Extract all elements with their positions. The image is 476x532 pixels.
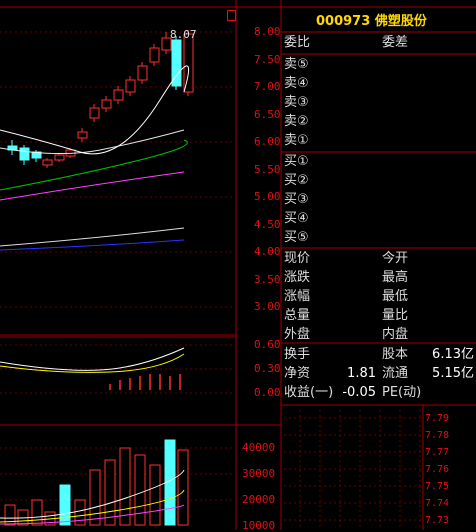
volume-bar [89, 469, 101, 526]
axis-tick-label: 7.50 [254, 52, 281, 66]
stock-code: 000973 [316, 14, 371, 29]
shouyi-label: 收益(一) [284, 385, 334, 400]
neipan-label: 内盘 [382, 327, 409, 342]
liutong-value: 5.15亿 [432, 366, 474, 381]
huanshou-label: 换手 [284, 347, 311, 362]
axis-tick-label: 7.76 [425, 464, 450, 475]
zuidi-label: 最低 [382, 289, 409, 304]
orderbook-row-label: 买③ [284, 192, 309, 207]
zongliang-label: 总量 [284, 308, 311, 323]
axis-tick-label: 7.75 [425, 481, 450, 492]
peak-price-label: 8.07 [170, 28, 197, 41]
axis-tick-label: 3.50 [254, 272, 281, 286]
orderbook-row-label: 卖④ [284, 76, 309, 91]
orderbook-row-label: 卖② [284, 114, 309, 129]
jinkai-label: 今开 [382, 251, 409, 266]
liutong-label: 流通 [382, 366, 409, 381]
orderbook-row-label: 卖① [284, 133, 309, 148]
volume-bar [134, 454, 146, 526]
ma-line-blue [0, 239, 185, 251]
candle-body [77, 131, 88, 139]
axis-tick-label: 7.74 [425, 498, 450, 509]
axis-tick-label: 4.50 [254, 217, 281, 231]
volume-bar [149, 464, 161, 526]
jingzi-label: 净资 [284, 366, 311, 381]
zhangdie-label: 涨跌 [284, 270, 311, 285]
axis-tick-label: 6.00 [254, 135, 281, 148]
orderbook-row-label: 卖③ [284, 95, 309, 110]
stock-title: 000973 佛塑股份 [316, 10, 427, 29]
zuigao-label: 最高 [382, 270, 409, 285]
axis-tick-label: 20000 [242, 493, 276, 506]
axis-tick-label: 7.73 [425, 515, 450, 526]
zhangfu-label: 涨幅 [284, 289, 311, 304]
axis-tick-label: 7.00 [254, 80, 281, 93]
axis-tick-label: 5.50 [254, 162, 281, 176]
candle-body [113, 89, 124, 101]
macd-line-yellow [0, 353, 185, 373]
orderbook-row-label: 买② [284, 173, 309, 188]
jingzi-value: 1.81 [347, 366, 376, 381]
waipan-label: 外盘 [284, 327, 311, 342]
xianjia-label: 现价 [284, 251, 311, 266]
axis-tick-label: 8.00 [254, 25, 281, 38]
candle-body [101, 99, 112, 109]
axis-tick-label: 3.00 [254, 300, 281, 313]
ma-line-long-white [0, 227, 185, 247]
axis-tick-label: 7.77 [425, 447, 450, 458]
orderbook-row-label: 卖⑤ [284, 57, 309, 72]
orderbook-row-label: 买① [284, 154, 309, 169]
volume-bar [31, 499, 43, 526]
weibi-label: 委比 [284, 35, 311, 50]
candle-body [149, 47, 160, 63]
axis-tick-label: 0.60 [254, 338, 281, 351]
axis-tick-label: 6.50 [254, 107, 281, 121]
guben-value: 6.13亿 [432, 347, 474, 362]
candle-body [19, 147, 30, 161]
axis-tick-label: 40000 [242, 441, 276, 454]
axis-tick-label: 0.00 [254, 386, 281, 399]
candle-body [125, 79, 136, 93]
weicha-label: 委差 [382, 35, 409, 50]
shouyi-value: -0.05 [342, 385, 376, 400]
axis-tick-label: 7.78 [425, 430, 450, 441]
stock-name: 佛塑股份 [374, 14, 427, 29]
candle-body [137, 65, 148, 81]
candle-body [89, 107, 100, 119]
axis-tick-label: 5.00 [254, 190, 281, 203]
volume-bar [59, 484, 71, 526]
pe-label: PE(动) [382, 385, 422, 400]
candle-body [183, 33, 194, 93]
candle-body [54, 154, 65, 161]
orderbook-row-label: 买⑤ [284, 230, 309, 245]
volume-bar [177, 449, 189, 526]
axis-tick-label: 10000 [242, 519, 276, 532]
toggle-button[interactable] [227, 10, 236, 21]
candle-body [42, 159, 53, 166]
liangbi-label: 量比 [382, 308, 409, 323]
volume-bar [104, 459, 116, 526]
macd-line-white [0, 347, 185, 371]
axis-tick-label: 0.30 [254, 362, 281, 375]
volume-bar [119, 447, 131, 526]
ma-line-magenta [0, 171, 185, 201]
orderbook-row-label: 买④ [284, 211, 309, 226]
axis-tick-label: 7.79 [425, 413, 450, 424]
guben-label: 股本 [382, 347, 409, 362]
axis-tick-label: 4.00 [254, 245, 281, 258]
axis-tick-label: 30000 [242, 467, 276, 480]
